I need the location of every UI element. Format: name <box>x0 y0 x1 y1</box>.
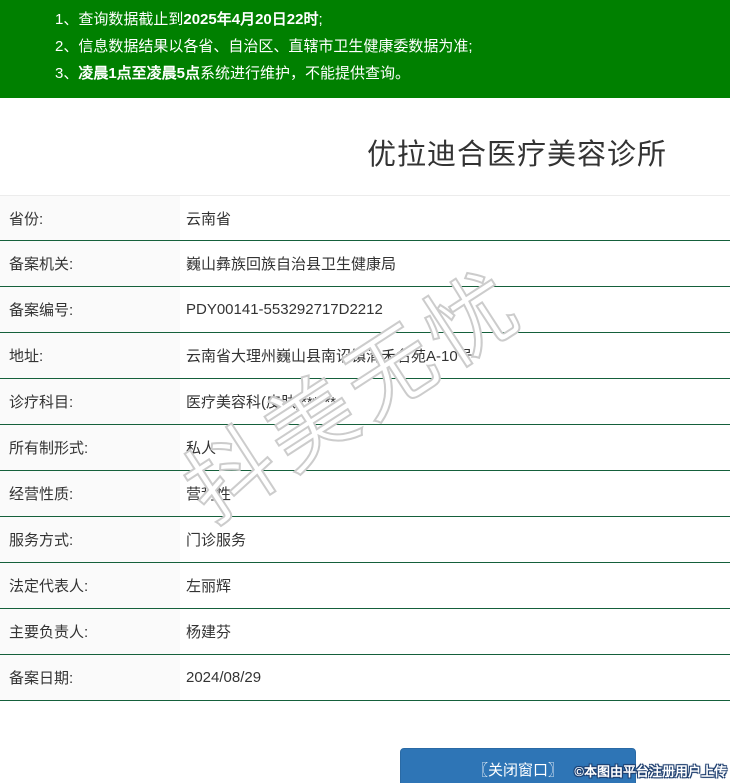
table-row-business-nature: 经营性质: 营利性 <box>0 471 730 517</box>
row-value: 云南省 <box>186 210 232 228</box>
notice-line-number: 3、 <box>55 65 79 82</box>
table-row-filing-authority: 备案机关: 巍山彝族回族自治县卫生健康局 <box>0 241 730 287</box>
notice-text: 查询数据截止到 <box>78 11 184 28</box>
table-row-ownership: 所有制形式: 私人 <box>0 425 730 471</box>
row-value: PDY00141-553292717D2212 <box>186 301 383 318</box>
table-row-service-mode: 服务方式: 门诊服务 <box>0 517 730 563</box>
notice-line-3: 3、凌晨1点至凌晨5点系统进行维护，不能提供查询。 <box>55 60 720 87</box>
row-label: 备案机关: <box>0 241 180 286</box>
notice-text-bold: 2025年4月20日22时 <box>183 11 319 28</box>
notice-text: 信息数据结果以各省、自治区、直辖市卫生健康委数据为准; <box>78 38 473 55</box>
row-label: 经营性质: <box>0 471 180 516</box>
clinic-title: 优拉迪合医疗美容诊所 <box>366 139 667 171</box>
table-row-address: 地址: 云南省大理州巍山县南诏镇清禾名苑A-10号 <box>0 333 730 379</box>
table-row-main-person-in-charge: 主要负责人: 杨建芬 <box>0 609 730 655</box>
row-label: 服务方式: <box>0 517 180 562</box>
notice-line-2: 2、信息数据结果以各省、自治区、直辖市卫生健康委数据为准; <box>55 33 720 60</box>
row-value: 巍山彝族回族自治县卫生健康局 <box>186 256 397 273</box>
row-label: 省份: <box>0 196 180 240</box>
notice-banner: 1、查询数据截止到2025年4月20日22时; 2、信息数据结果以各省、自治区、… <box>0 0 730 98</box>
row-value: 云南省大理州巍山县南诏镇清禾名苑A-10号 <box>186 348 473 365</box>
row-label: 法定代表人: <box>0 563 180 608</box>
clinic-info-table: 省份: 云南省 备案机关: 巍山彝族回族自治县卫生健康局 备案编号: PDY00… <box>0 195 730 701</box>
row-value: 杨建芬 <box>186 624 232 641</box>
row-label: 诊疗科目: <box>0 379 180 424</box>
notice-line-number: 1、 <box>55 11 79 28</box>
notice-text: ; <box>318 11 323 28</box>
title-container: 优拉迪合医疗美容诊所 <box>304 131 730 173</box>
row-label: 备案编号: <box>0 287 180 332</box>
row-label: 地址: <box>0 333 180 378</box>
row-value: 左丽辉 <box>186 578 232 595</box>
table-row-filing-number: 备案编号: PDY00141-553292717D2212 <box>0 287 730 333</box>
notice-line-number: 2、 <box>55 38 79 55</box>
row-value: 医疗美容科(皮肤)****** <box>186 394 337 411</box>
notice-text-bold: 凌晨1点至凌晨5点 <box>78 65 201 82</box>
notice-line-1: 1、查询数据截止到2025年4月20日22时; <box>55 6 720 33</box>
row-label: 主要负责人: <box>0 609 180 654</box>
table-row-legal-representative: 法定代表人: 左丽辉 <box>0 563 730 609</box>
table-row-medical-subjects: 诊疗科目: 医疗美容科(皮肤)****** <box>0 379 730 425</box>
row-value: 营利性 <box>186 486 232 503</box>
copyright-watermark: ©本图由平台注册用户上传 <box>574 764 727 779</box>
table-row-province: 省份: 云南省 <box>0 195 730 241</box>
notice-text: 系统进行维护，不能提供查询。 <box>200 65 411 82</box>
row-value: 门诊服务 <box>186 532 247 549</box>
table-row-filing-date: 备案日期: 2024/08/29 <box>0 655 730 701</box>
row-label: 备案日期: <box>0 655 180 700</box>
row-label: 所有制形式: <box>0 425 180 470</box>
row-value: 2024/08/29 <box>186 669 262 686</box>
row-value: 私人 <box>186 440 217 457</box>
